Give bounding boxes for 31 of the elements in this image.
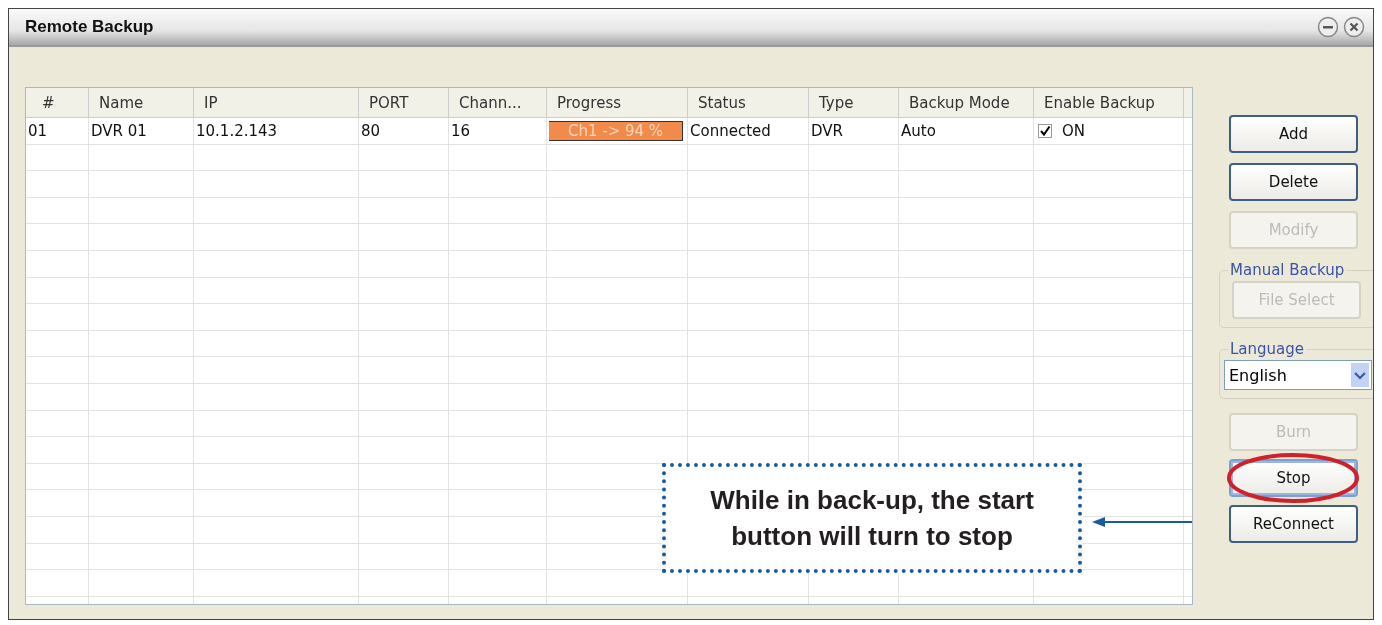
language-dropdown[interactable]: English [1224,360,1372,390]
group-title: Language [1229,340,1306,358]
minimize-icon[interactable] [1317,16,1339,38]
callout-text: While in back-up, the start button will turn to stop [710,484,1034,553]
column-header[interactable]: Name [89,88,194,117]
device-name: DVR 01 [91,121,147,140]
device-type: DVR [811,121,843,140]
group-title: Manual Backup [1229,261,1346,279]
action-button[interactable]: Delete [1229,163,1358,201]
column-header[interactable]: Status [688,88,809,117]
ip-address: 10.1.2.143 [196,121,278,140]
channel-count: 16 [451,121,471,140]
enable-label: ON [1062,121,1086,140]
connection-status: Connected [690,121,771,140]
port-number: 80 [361,121,381,140]
column-header[interactable]: Type [809,88,899,117]
dropdown-icon[interactable] [1351,363,1369,387]
column-header[interactable]: Enable Backup [1034,88,1184,117]
column-header[interactable]: PORT [359,88,449,117]
column-header[interactable]: Chann... [449,88,547,117]
column-header[interactable]: IP [194,88,359,117]
action-button[interactable]: ReConnect [1229,505,1358,543]
action-button[interactable]: Add [1229,115,1358,153]
column-header[interactable]: Backup Mode [899,88,1034,117]
close-icon[interactable] [1343,16,1365,38]
window-title: Remote Backup [25,17,154,37]
column-header[interactable]: # [26,88,89,117]
checkbox[interactable] [1038,123,1052,138]
column-header[interactable]: Progress [547,88,688,117]
row-number: 01 [28,121,48,140]
backup-mode: Auto [901,121,936,140]
